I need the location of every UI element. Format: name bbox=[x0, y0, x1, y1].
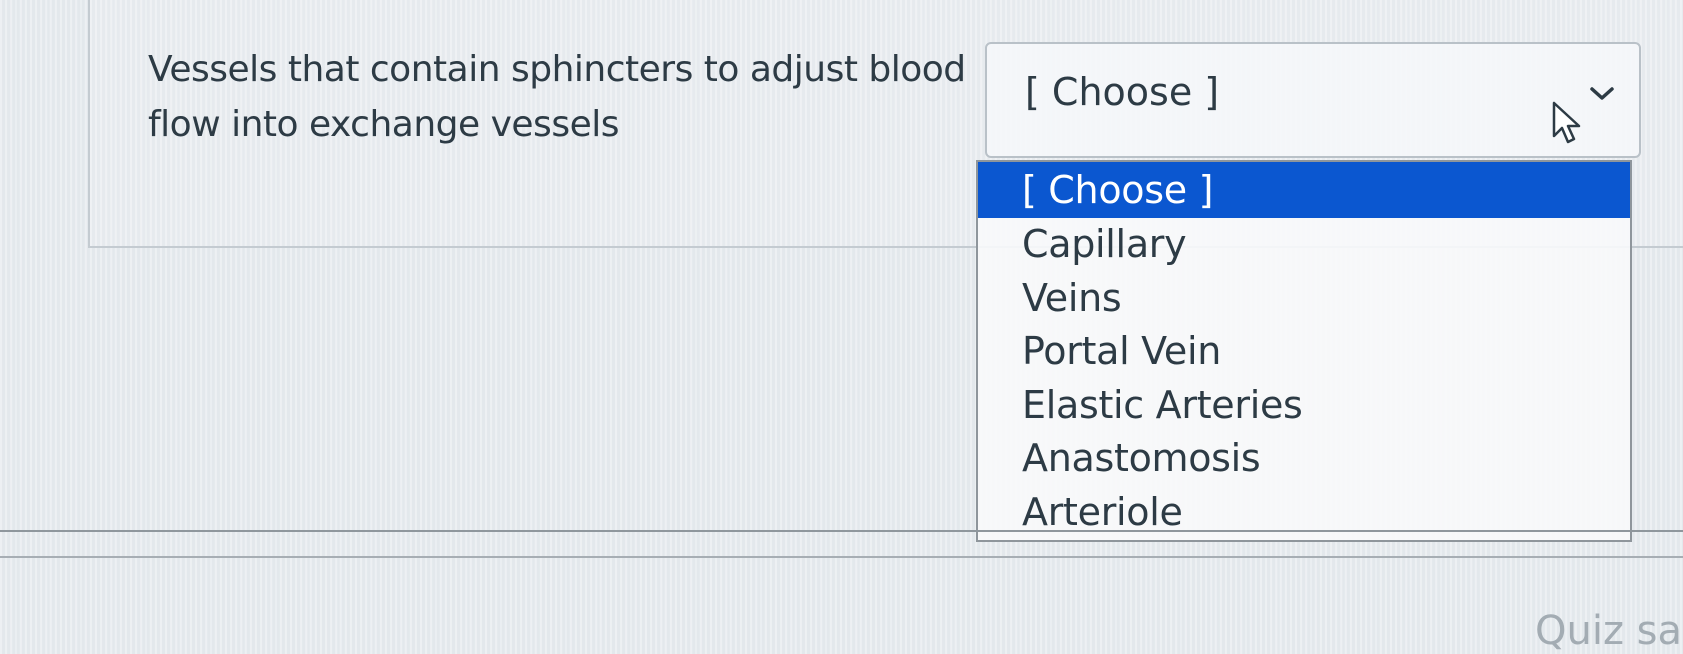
option-capillary[interactable]: Capillary bbox=[978, 218, 1630, 272]
cursor-icon bbox=[1552, 101, 1581, 144]
option-anastomosis[interactable]: Anastomosis bbox=[978, 432, 1630, 486]
question-text: Vessels that contain sphincters to adjus… bbox=[148, 49, 966, 145]
option-portal-vein[interactable]: Portal Vein bbox=[978, 325, 1630, 379]
select-current-value: [ Choose ] bbox=[1025, 70, 1220, 114]
option-elastic-arteries[interactable]: Elastic Arteries bbox=[978, 379, 1630, 433]
option-veins[interactable]: Veins bbox=[978, 272, 1630, 326]
section-divider-lower bbox=[0, 556, 1683, 558]
chevron-down-icon bbox=[1590, 87, 1614, 100]
answer-select[interactable]: [ Choose ] bbox=[985, 42, 1641, 158]
option-choose[interactable]: [ Choose ] bbox=[978, 162, 1630, 218]
section-divider bbox=[0, 530, 1683, 532]
quiz-status-text: Quiz sa bbox=[1535, 608, 1683, 654]
select-options-list: [ Choose ] Capillary Veins Portal Vein E… bbox=[976, 160, 1632, 542]
